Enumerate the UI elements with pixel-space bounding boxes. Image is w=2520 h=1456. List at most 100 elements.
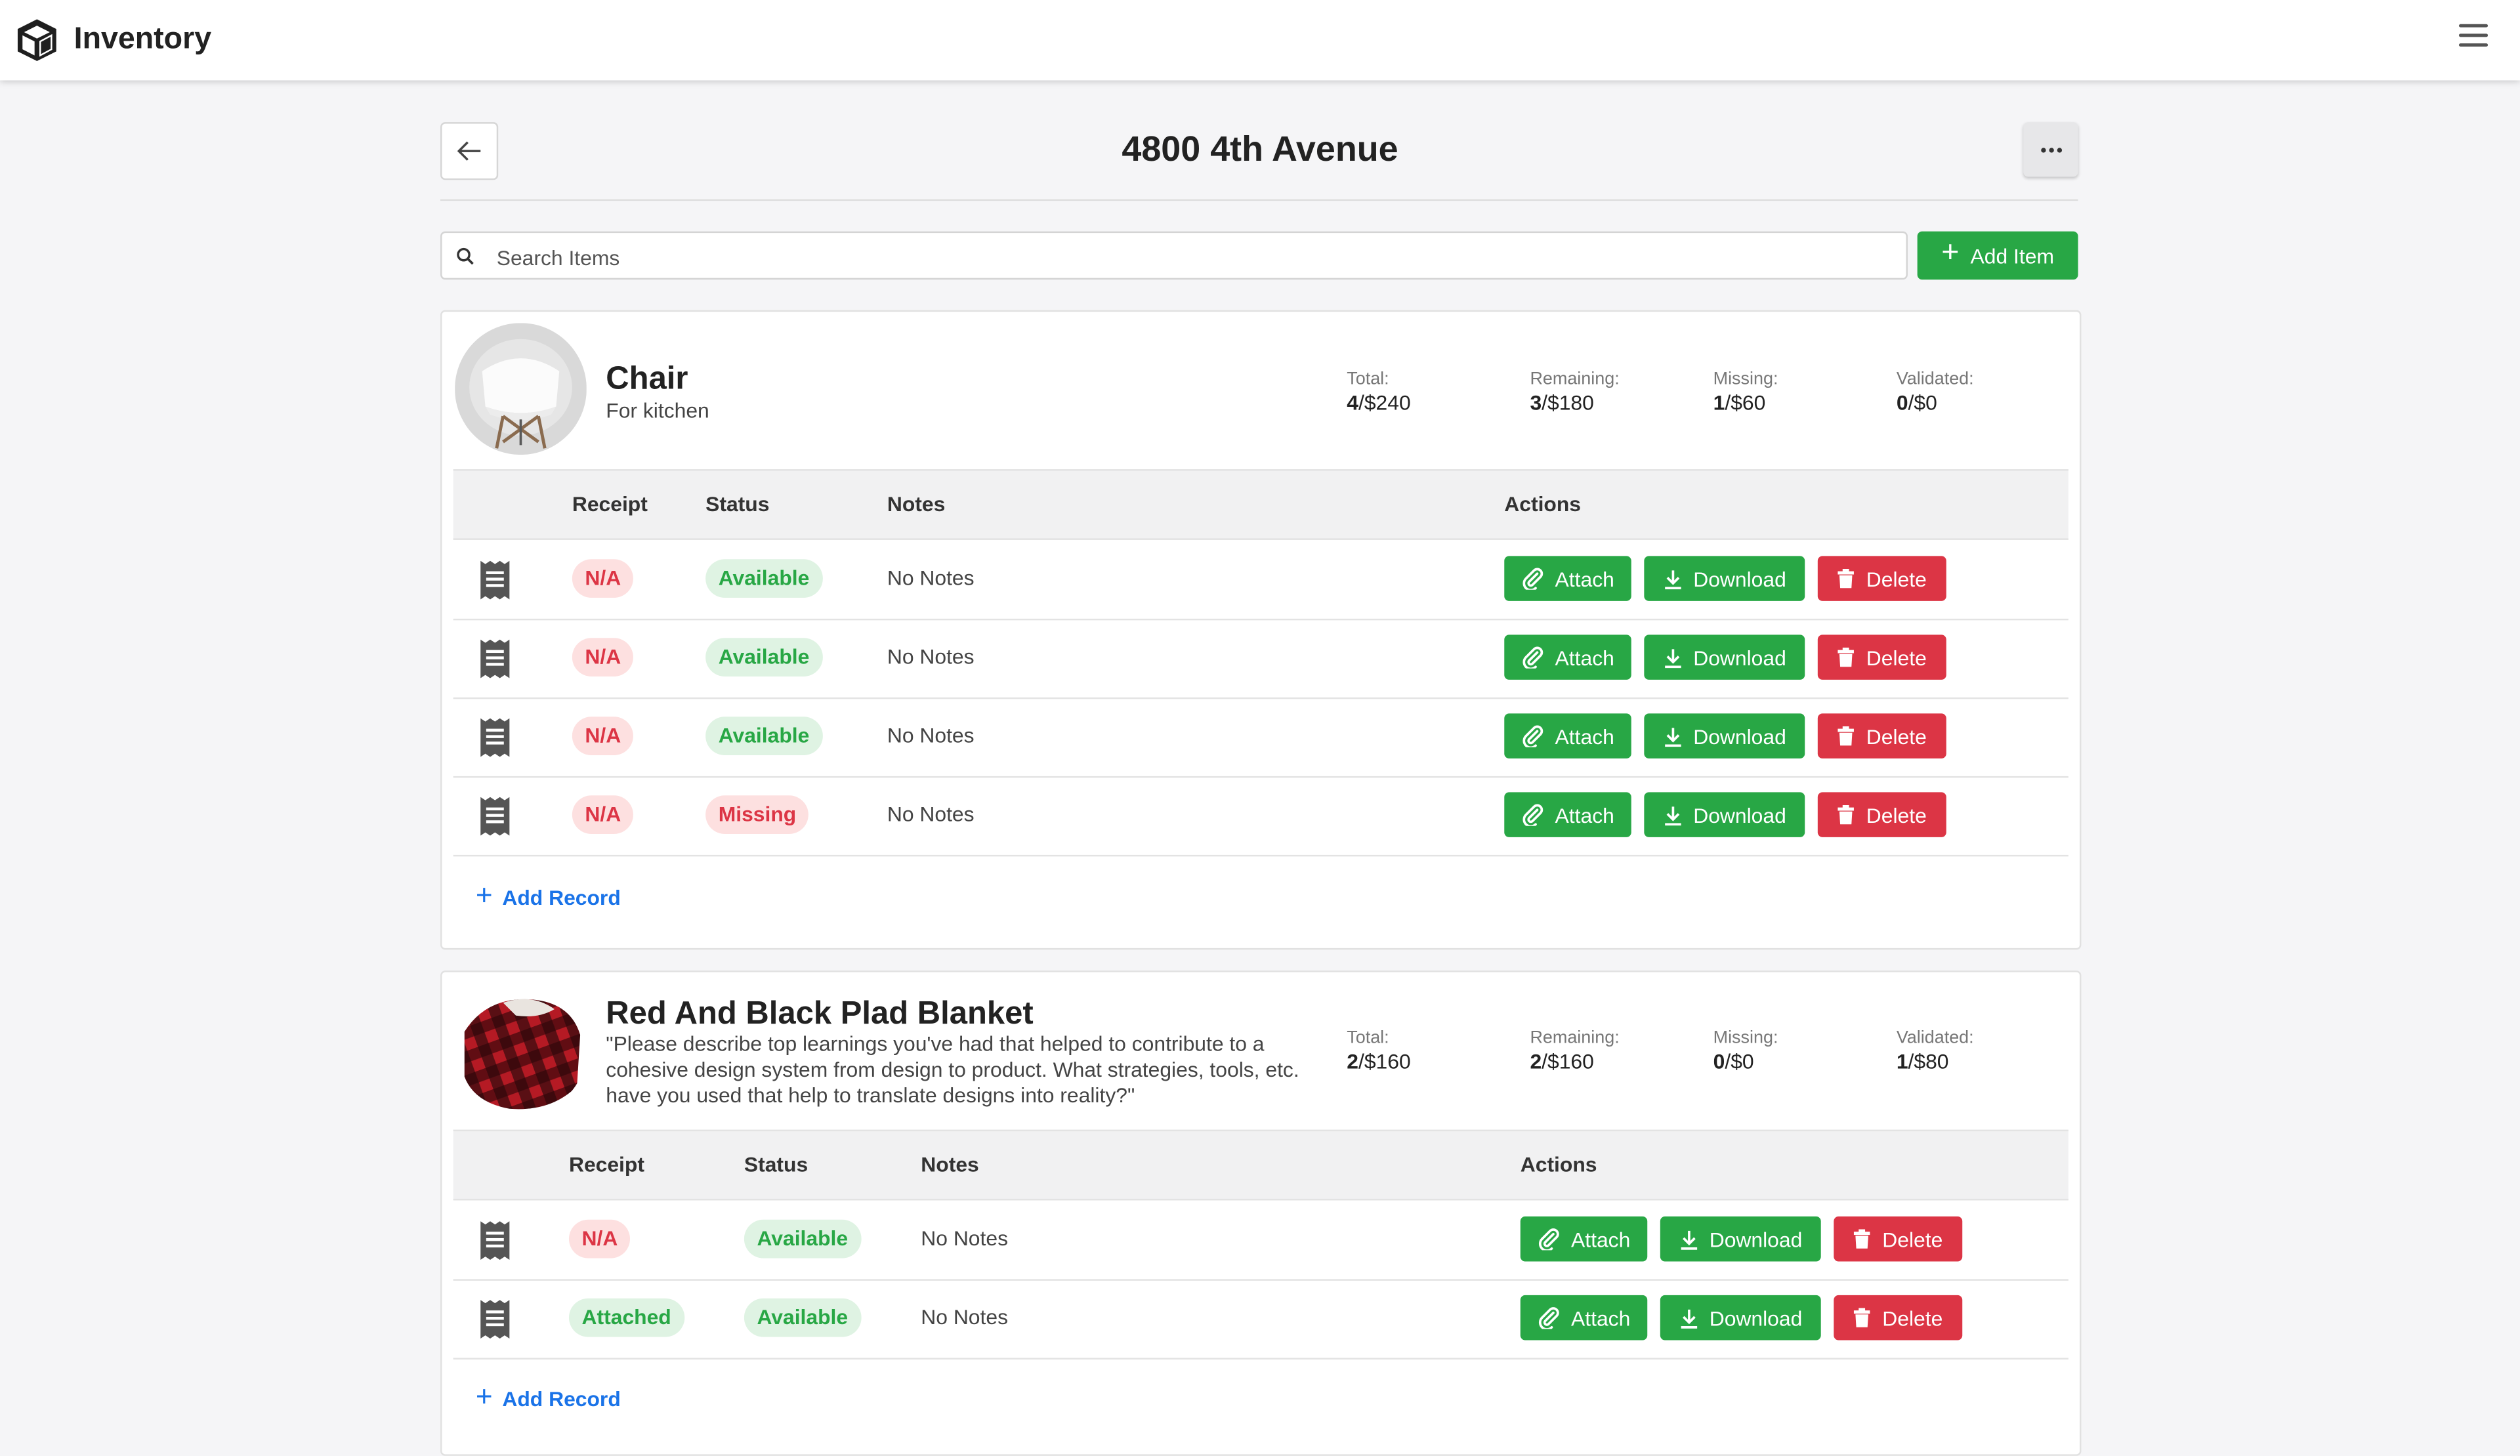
- back-button[interactable]: [440, 122, 499, 180]
- attach-button[interactable]: Attach: [1504, 713, 1631, 759]
- column-notes: Notes: [887, 491, 946, 516]
- stat-validated: Validated: 0/$0: [1896, 369, 1974, 415]
- download-button[interactable]: Download: [1660, 1295, 1821, 1341]
- attach-label: Attach: [1555, 566, 1614, 591]
- attach-label: Attach: [1555, 802, 1614, 827]
- item-name: Chair: [606, 362, 688, 397]
- search-bar: [440, 231, 1908, 281]
- download-label: Download: [1693, 802, 1786, 827]
- item-card-chair: Chair For kitchen Total: 4/$240 Remaining…: [440, 310, 2082, 950]
- receipt-icon: [479, 1220, 511, 1270]
- attach-label: Attach: [1571, 1305, 1631, 1330]
- stat-total: Total: 2/$160: [1347, 1028, 1411, 1073]
- records-table-header: Receipt Status Notes Actions: [453, 469, 2068, 540]
- receipt-icon: [479, 559, 511, 609]
- delete-button[interactable]: Delete: [1817, 556, 1946, 601]
- paperclip-icon: [1522, 568, 1543, 590]
- delete-button[interactable]: Delete: [1817, 634, 1946, 680]
- attach-label: Attach: [1555, 645, 1614, 670]
- table-row: N/A Available No Notes Attach Download D…: [453, 540, 2068, 621]
- download-icon: [1680, 1308, 1697, 1328]
- attach-label: Attach: [1571, 1226, 1631, 1251]
- plus-icon: +: [475, 879, 493, 911]
- download-icon: [1680, 1230, 1697, 1249]
- plus-icon: +: [1941, 236, 1960, 270]
- receipt-icon: [479, 1299, 511, 1348]
- receipt-icon: [479, 717, 511, 766]
- status-badge: Available: [705, 559, 822, 598]
- delete-button[interactable]: Delete: [1817, 792, 1946, 837]
- stat-validated: Validated: 1/$80: [1896, 1028, 1974, 1073]
- top-bar: Inventory: [0, 0, 2520, 81]
- download-button[interactable]: Download: [1644, 556, 1805, 601]
- item-card-blanket: Red And Black Plad Blanket "Please descr…: [440, 970, 2082, 1456]
- column-status: Status: [705, 491, 770, 516]
- attach-button[interactable]: Attach: [1520, 1295, 1648, 1341]
- column-actions: Actions: [1504, 491, 1582, 516]
- download-button[interactable]: Download: [1644, 792, 1805, 837]
- download-label: Download: [1693, 566, 1786, 591]
- receipt-badge: N/A: [572, 795, 634, 835]
- receipt-icon: [479, 795, 511, 845]
- download-button[interactable]: Download: [1660, 1216, 1821, 1262]
- column-receipt: Receipt: [572, 491, 648, 516]
- delete-button[interactable]: Delete: [1817, 713, 1946, 759]
- table-row: N/A Available No Notes Attach Download D…: [453, 697, 2068, 778]
- item-name: Red And Black Plad Blanket: [606, 996, 1034, 1032]
- receipt-badge: Attached: [568, 1298, 684, 1337]
- delete-button[interactable]: Delete: [1834, 1216, 1963, 1262]
- download-label: Download: [1693, 645, 1786, 670]
- stat-total: Total: 4/$240: [1347, 369, 1411, 415]
- brand[interactable]: Inventory: [14, 16, 211, 64]
- hamburger-menu-icon[interactable]: [2458, 24, 2488, 49]
- header-divider: [440, 199, 2078, 201]
- add-record-button[interactable]: + Add Record: [475, 1380, 621, 1415]
- column-status: Status: [744, 1152, 808, 1176]
- trash-icon: [1838, 568, 1855, 589]
- paperclip-icon: [1522, 646, 1543, 669]
- paperclip-icon: [1522, 725, 1543, 747]
- plus-icon: +: [475, 1380, 493, 1413]
- attach-button[interactable]: Attach: [1504, 792, 1631, 837]
- download-label: Download: [1693, 724, 1786, 749]
- download-icon: [1664, 727, 1681, 746]
- paperclip-icon: [1522, 804, 1543, 826]
- trash-icon: [1838, 647, 1855, 667]
- receipt-badge: N/A: [572, 717, 634, 756]
- trash-icon: [1854, 1229, 1870, 1249]
- search-input[interactable]: [493, 233, 1882, 281]
- table-row: N/A Available No Notes Attach Download D…: [453, 619, 2068, 699]
- attach-button[interactable]: Attach: [1504, 634, 1631, 680]
- attach-button[interactable]: Attach: [1520, 1216, 1648, 1262]
- ellipsis-icon: [2039, 147, 2063, 152]
- delete-label: Delete: [1866, 645, 1927, 670]
- stat-remaining: Remaining: 2/$160: [1530, 1028, 1620, 1073]
- download-label: Download: [1709, 1226, 1803, 1251]
- trash-icon: [1854, 1308, 1870, 1327]
- download-button[interactable]: Download: [1644, 713, 1805, 759]
- table-row: N/A Available No Notes Attach Download D…: [453, 1200, 2068, 1281]
- item-description: "Please describe top learnings you've ha…: [606, 1031, 1299, 1108]
- receipt-badge: N/A: [572, 638, 634, 677]
- records-table-header: Receipt Status Notes Actions: [453, 1129, 2068, 1201]
- status-badge: Available: [744, 1219, 861, 1258]
- page-title: 4800 4th Avenue: [1122, 128, 1398, 169]
- download-icon: [1664, 570, 1681, 589]
- delete-button[interactable]: Delete: [1834, 1295, 1963, 1341]
- more-options-button[interactable]: [2023, 122, 2078, 177]
- trash-icon: [1838, 726, 1855, 746]
- add-item-button[interactable]: + Add Item: [1917, 231, 2078, 280]
- status-badge: Missing: [705, 795, 809, 835]
- record-notes: No Notes: [887, 723, 975, 747]
- arrow-left-icon: [457, 141, 481, 161]
- add-record-label: Add Record: [502, 885, 621, 910]
- add-item-label: Add Item: [1970, 243, 2054, 268]
- download-button[interactable]: Download: [1644, 634, 1805, 680]
- item-description: For kitchen: [606, 398, 709, 423]
- download-icon: [1664, 648, 1681, 667]
- add-record-button[interactable]: + Add Record: [476, 879, 621, 913]
- attach-button[interactable]: Attach: [1504, 556, 1631, 601]
- record-notes: No Notes: [921, 1226, 1009, 1251]
- record-notes: No Notes: [887, 566, 975, 590]
- column-notes: Notes: [921, 1152, 979, 1176]
